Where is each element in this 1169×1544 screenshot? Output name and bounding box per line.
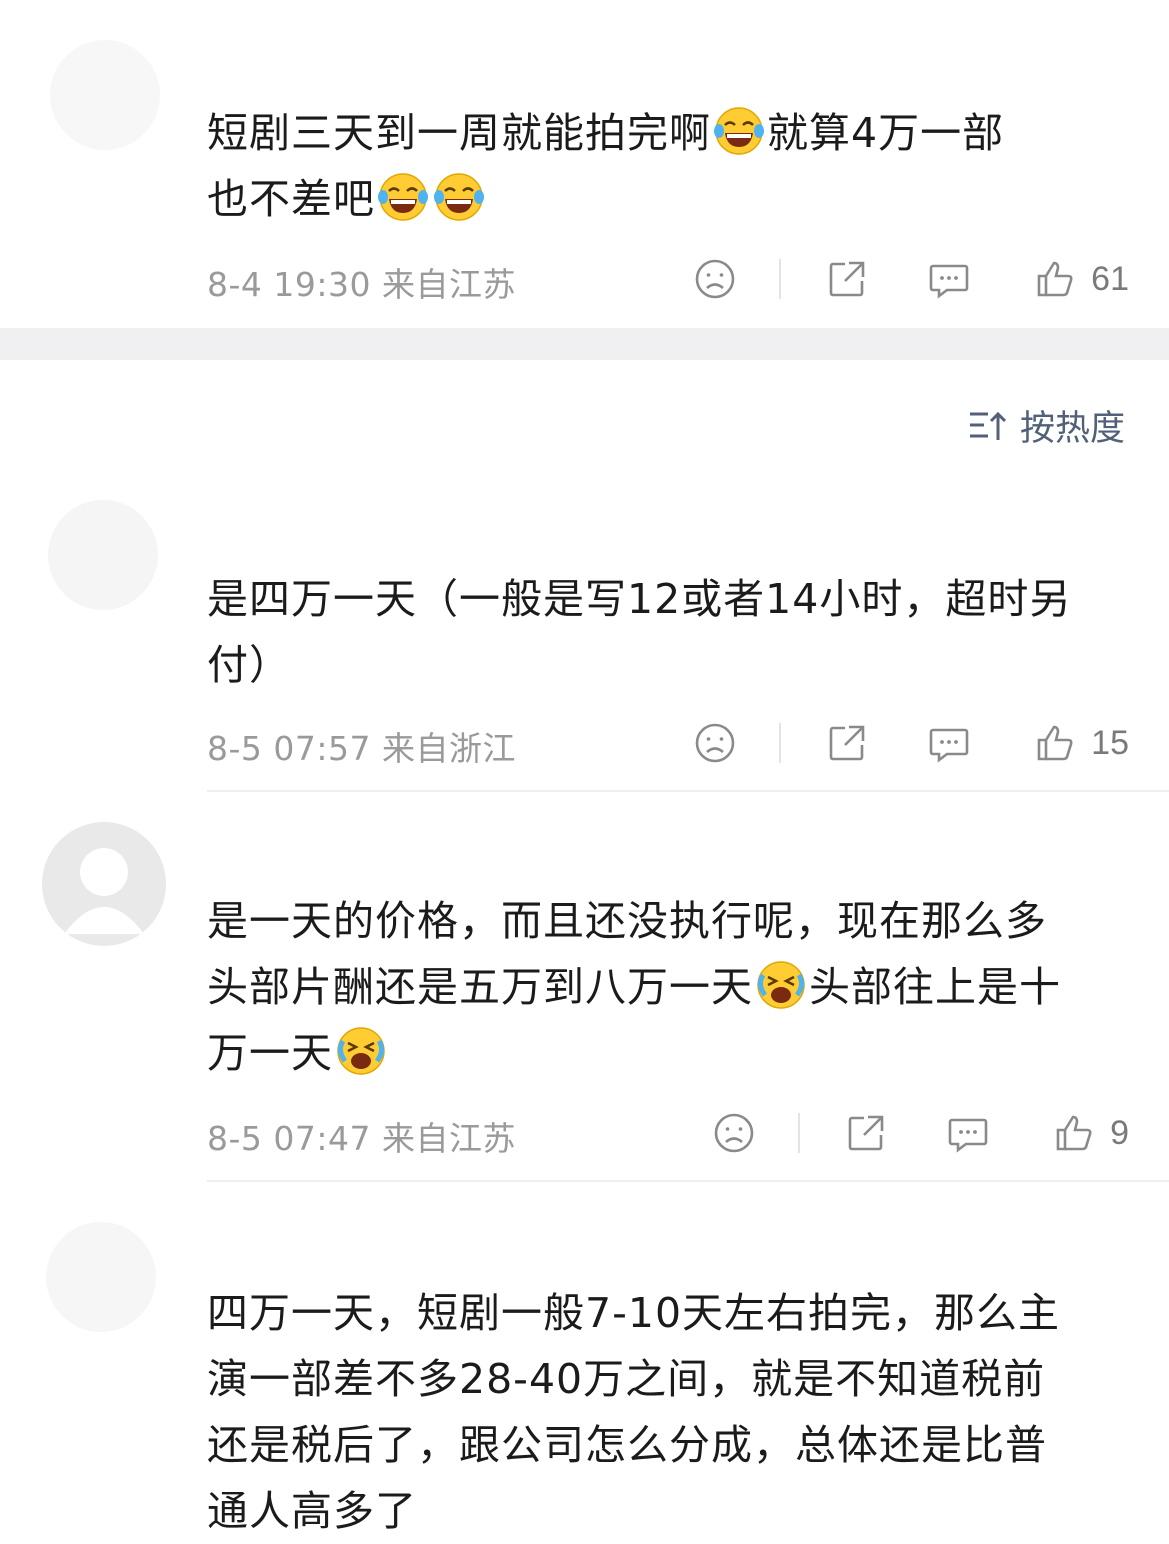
comment-text: 短剧三天到一周就能拍完啊 就算4万一部 也不差吧 bbox=[207, 100, 1137, 232]
comment-actions: 15 bbox=[693, 718, 1129, 768]
avatar[interactable] bbox=[48, 500, 158, 610]
like-icon[interactable] bbox=[1033, 257, 1077, 301]
default-avatar-icon bbox=[64, 848, 144, 934]
avatar[interactable] bbox=[50, 40, 160, 150]
like-icon[interactable] bbox=[1033, 721, 1077, 765]
comment-icon[interactable] bbox=[927, 257, 971, 301]
comment-text: 四万一天，短剧一般7-10天左右拍完，那么主 演一部差不多28-40万之间，就是… bbox=[207, 1289, 1061, 1535]
sort-label: 按热度 bbox=[1019, 409, 1125, 449]
comment-icon[interactable] bbox=[946, 1111, 990, 1155]
laugh-cry-emoji bbox=[433, 171, 485, 223]
comment-meta: 8-5 07:47 来自江苏 bbox=[207, 1119, 516, 1158]
divider bbox=[779, 259, 782, 299]
avatar[interactable] bbox=[46, 1222, 156, 1332]
share-icon[interactable] bbox=[825, 257, 869, 301]
divider bbox=[207, 790, 1169, 792]
divider bbox=[798, 1113, 801, 1153]
avatar[interactable] bbox=[42, 822, 166, 946]
crying-laugh-emoji bbox=[335, 1025, 387, 1077]
share-icon[interactable] bbox=[825, 721, 869, 765]
comment-meta: 8-5 07:57 来自浙江 bbox=[207, 729, 516, 768]
like-count: 15 bbox=[1091, 723, 1129, 762]
comment-icon[interactable] bbox=[927, 721, 971, 765]
share-icon[interactable] bbox=[844, 1111, 888, 1155]
sort-icon bbox=[969, 411, 1007, 440]
laugh-cry-emoji bbox=[377, 171, 429, 223]
like-icon[interactable] bbox=[1052, 1111, 1096, 1155]
divider bbox=[779, 723, 782, 763]
dislike-icon[interactable] bbox=[693, 257, 737, 301]
like-count: 9 bbox=[1110, 1113, 1129, 1152]
crying-laugh-emoji bbox=[755, 959, 807, 1011]
like-count: 61 bbox=[1091, 259, 1129, 298]
sort-toggle[interactable]: 按热度 bbox=[968, 400, 1125, 451]
dislike-icon[interactable] bbox=[693, 721, 737, 765]
comment-actions: 61 bbox=[693, 254, 1129, 304]
section-divider bbox=[0, 328, 1169, 360]
laugh-cry-emoji bbox=[713, 105, 765, 157]
comment-actions: 9 bbox=[712, 1108, 1129, 1158]
dislike-icon[interactable] bbox=[712, 1111, 756, 1155]
divider bbox=[207, 1180, 1169, 1182]
comment-meta: 8-4 19:30 来自江苏 bbox=[207, 265, 516, 304]
comment-text: 是四万一天（一般是写12或者14小时，超时另 付） bbox=[207, 575, 1072, 689]
comment-text: 是一天的价格，而且还没执行呢，现在那么多 头部片酬还是五万到八万一天 头部往上是十… bbox=[207, 897, 1061, 1077]
